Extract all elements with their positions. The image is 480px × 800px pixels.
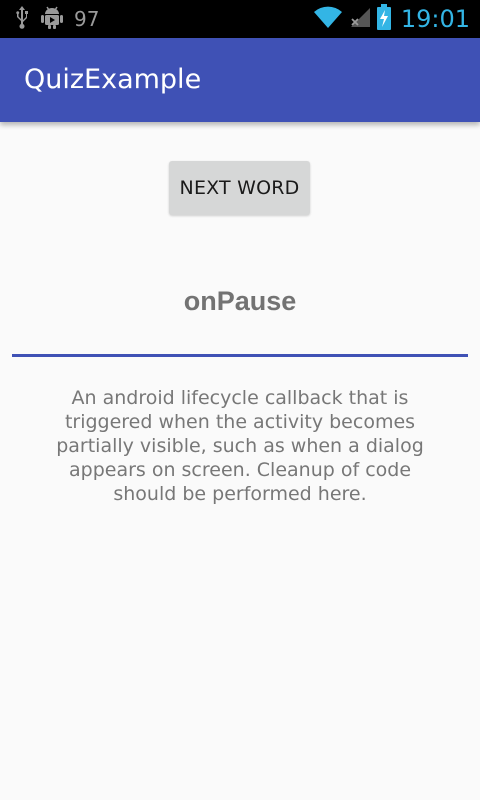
status-clock: 19:01 bbox=[400, 5, 470, 33]
signal-icon bbox=[349, 5, 371, 33]
status-right-group: 19:01 bbox=[313, 0, 470, 38]
usb-icon bbox=[14, 5, 30, 33]
app-title: QuizExample bbox=[24, 64, 202, 95]
quiz-word: onPause bbox=[183, 286, 297, 316]
battery-charging-icon bbox=[376, 4, 391, 34]
next-word-button[interactable]: NEXT WORD bbox=[169, 161, 310, 215]
word-divider bbox=[12, 354, 468, 357]
status-left-group: 97 bbox=[14, 0, 99, 38]
android-debug-icon bbox=[40, 4, 64, 34]
wifi-icon bbox=[313, 5, 343, 33]
app-bar: QuizExample bbox=[0, 38, 480, 122]
battery-level-text: 97 bbox=[74, 7, 100, 31]
word-definition: An android lifecycle callback that is tr… bbox=[56, 387, 424, 505]
status-bar: 97 19:01 bbox=[0, 0, 480, 38]
